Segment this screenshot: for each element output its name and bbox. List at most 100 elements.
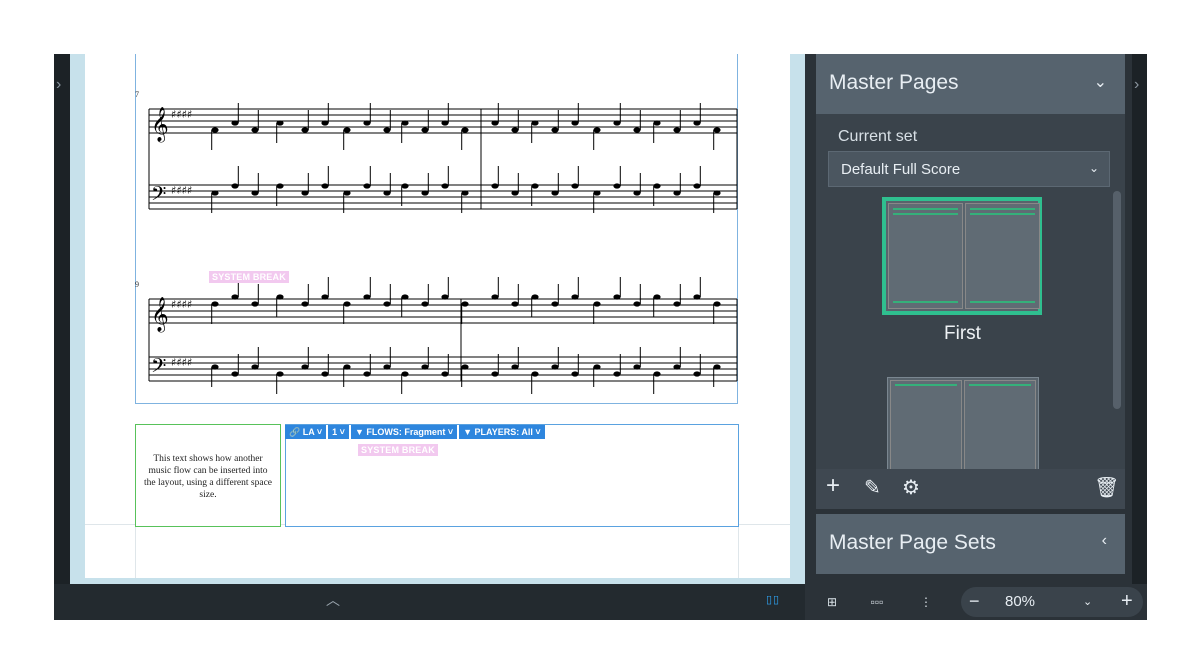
svg-text:𝄢: 𝄢 — [151, 354, 166, 382]
left-panel-toggle[interactable]: › — [54, 54, 70, 584]
spread-view-icon[interactable]: ▯▯ — [766, 593, 800, 611]
master-page-thumbnail[interactable] — [882, 197, 1042, 315]
notehead — [231, 294, 239, 300]
text-frame[interactable]: This text shows how another music flow c… — [135, 424, 281, 527]
notehead — [276, 371, 284, 377]
notehead — [693, 183, 701, 189]
notehead — [321, 294, 329, 300]
notehead — [593, 127, 601, 133]
svg-text:♯♯♯♯: ♯♯♯♯ — [171, 298, 192, 311]
svg-text:♯♯♯♯: ♯♯♯♯ — [171, 184, 192, 197]
players-filter-chip[interactable]: ▼ PLAYERS: All ˅ — [459, 425, 545, 439]
notehead — [491, 120, 499, 126]
notehead — [421, 190, 429, 196]
pages-vertical-icon[interactable]: ⋮ — [907, 584, 945, 620]
system-break-tag[interactable]: SYSTEM BREAK — [209, 271, 289, 283]
notehead — [321, 183, 329, 189]
current-set-label: Current set — [838, 128, 918, 145]
notehead — [673, 127, 681, 133]
zoom-value[interactable]: 80% — [1005, 593, 1035, 610]
scrollbar[interactable] — [1113, 191, 1121, 409]
flows-filter-chip[interactable]: ▼ FLOWS: Fragment ˅ — [350, 425, 458, 439]
notehead — [421, 127, 429, 133]
notehead — [301, 190, 309, 196]
score-page[interactable]: 7 9 𝄞 𝄢 𝄞 𝄢 ♯♯♯♯ ♯♯♯♯ ♯♯♯♯ ♯♯♯♯ SYSTEM B… — [85, 54, 790, 578]
chain-number-chip[interactable]: 1 ˅ — [328, 425, 349, 439]
notehead — [693, 294, 701, 300]
notehead — [251, 364, 259, 370]
right-panel-toggle[interactable]: › — [1132, 54, 1147, 584]
svg-text:♯♯♯♯: ♯♯♯♯ — [171, 108, 192, 121]
notehead — [571, 294, 579, 300]
master-pages-panel: Master Pages ⌄ Current set Default Full … — [805, 54, 1132, 584]
settings-icon[interactable]: ⚙ — [902, 477, 920, 499]
thumbnail-label: First — [944, 323, 981, 344]
notehead — [251, 301, 259, 307]
svg-text:𝄞: 𝄞 — [151, 297, 169, 333]
notehead — [211, 301, 219, 307]
notehead — [653, 294, 661, 300]
master-page-sets-header[interactable]: Master Page Sets ‹ — [816, 514, 1125, 574]
notehead — [363, 371, 371, 377]
notehead — [211, 190, 219, 196]
notehead — [633, 364, 641, 370]
notehead — [383, 190, 391, 196]
notehead — [343, 364, 351, 370]
notehead — [401, 183, 409, 189]
flow-frame[interactable] — [285, 424, 739, 527]
status-bar: ⊞ ▫▫▫ ⋮ − 80% ⌄ + — [805, 584, 1147, 620]
add-icon[interactable]: + — [826, 474, 840, 498]
notehead — [383, 127, 391, 133]
pages-horizontal-icon[interactable]: ▫▫▫ — [855, 584, 899, 620]
notehead — [511, 127, 519, 133]
notehead — [571, 183, 579, 189]
zoom-in-icon[interactable]: + — [1121, 590, 1133, 613]
notehead — [343, 127, 351, 133]
notehead — [301, 127, 309, 133]
notehead — [441, 120, 449, 126]
chevron-down-icon[interactable]: ⌄ — [1083, 595, 1092, 608]
notehead — [383, 301, 391, 307]
notehead — [713, 190, 721, 196]
notehead — [321, 371, 329, 377]
current-set-select[interactable]: Default Full Score ⌄ — [828, 151, 1110, 187]
notehead — [593, 190, 601, 196]
notehead — [363, 120, 371, 126]
chevron-up-icon[interactable]: ︿ — [326, 590, 340, 610]
master-page-thumbnail[interactable] — [887, 377, 1039, 469]
link-chip[interactable]: 🔗 LA ˅ — [285, 425, 327, 439]
notehead — [653, 371, 661, 377]
notehead — [231, 183, 239, 189]
notehead — [713, 127, 721, 133]
notehead — [343, 301, 351, 307]
notehead — [571, 120, 579, 126]
notehead — [251, 190, 259, 196]
notehead — [653, 120, 661, 126]
notehead — [441, 371, 449, 377]
panel-title: Master Pages — [829, 71, 959, 94]
svg-text:𝄞: 𝄞 — [151, 107, 169, 143]
notehead — [301, 301, 309, 307]
app-window: › 7 9 𝄞 𝄢 𝄞 𝄢 ♯♯♯♯ ♯♯♯♯ ♯♯♯♯ ♯♯♯♯ SYSTEM… — [54, 54, 1147, 620]
chevron-right-icon: › — [1134, 76, 1140, 93]
notehead — [713, 364, 721, 370]
master-pages-header[interactable]: Master Pages ⌄ — [816, 54, 1125, 114]
notehead — [593, 301, 601, 307]
zoom-out-icon[interactable]: − — [969, 591, 980, 612]
notehead — [321, 120, 329, 126]
notehead — [713, 301, 721, 307]
score-area[interactable]: 7 9 𝄞 𝄢 𝄞 𝄢 ♯♯♯♯ ♯♯♯♯ ♯♯♯♯ ♯♯♯♯ SYSTEM B… — [70, 54, 805, 584]
galley-view-icon[interactable]: ⊞ — [813, 584, 851, 620]
current-set-value: Default Full Score — [841, 161, 961, 178]
edit-icon[interactable]: ✎ — [864, 477, 881, 499]
system-break-tag[interactable]: SYSTEM BREAK — [358, 444, 438, 456]
filter-icon: ▼ — [354, 427, 367, 437]
chevron-down-icon: ⌄ — [1088, 161, 1099, 175]
chevron-down-icon: ⌄ — [1093, 74, 1107, 91]
notehead — [211, 127, 219, 133]
trash-icon[interactable]: 🗑 — [1094, 477, 1119, 499]
notehead — [633, 301, 641, 307]
notehead — [461, 364, 469, 370]
notehead — [531, 294, 539, 300]
panel-title: Master Page Sets — [829, 531, 996, 554]
